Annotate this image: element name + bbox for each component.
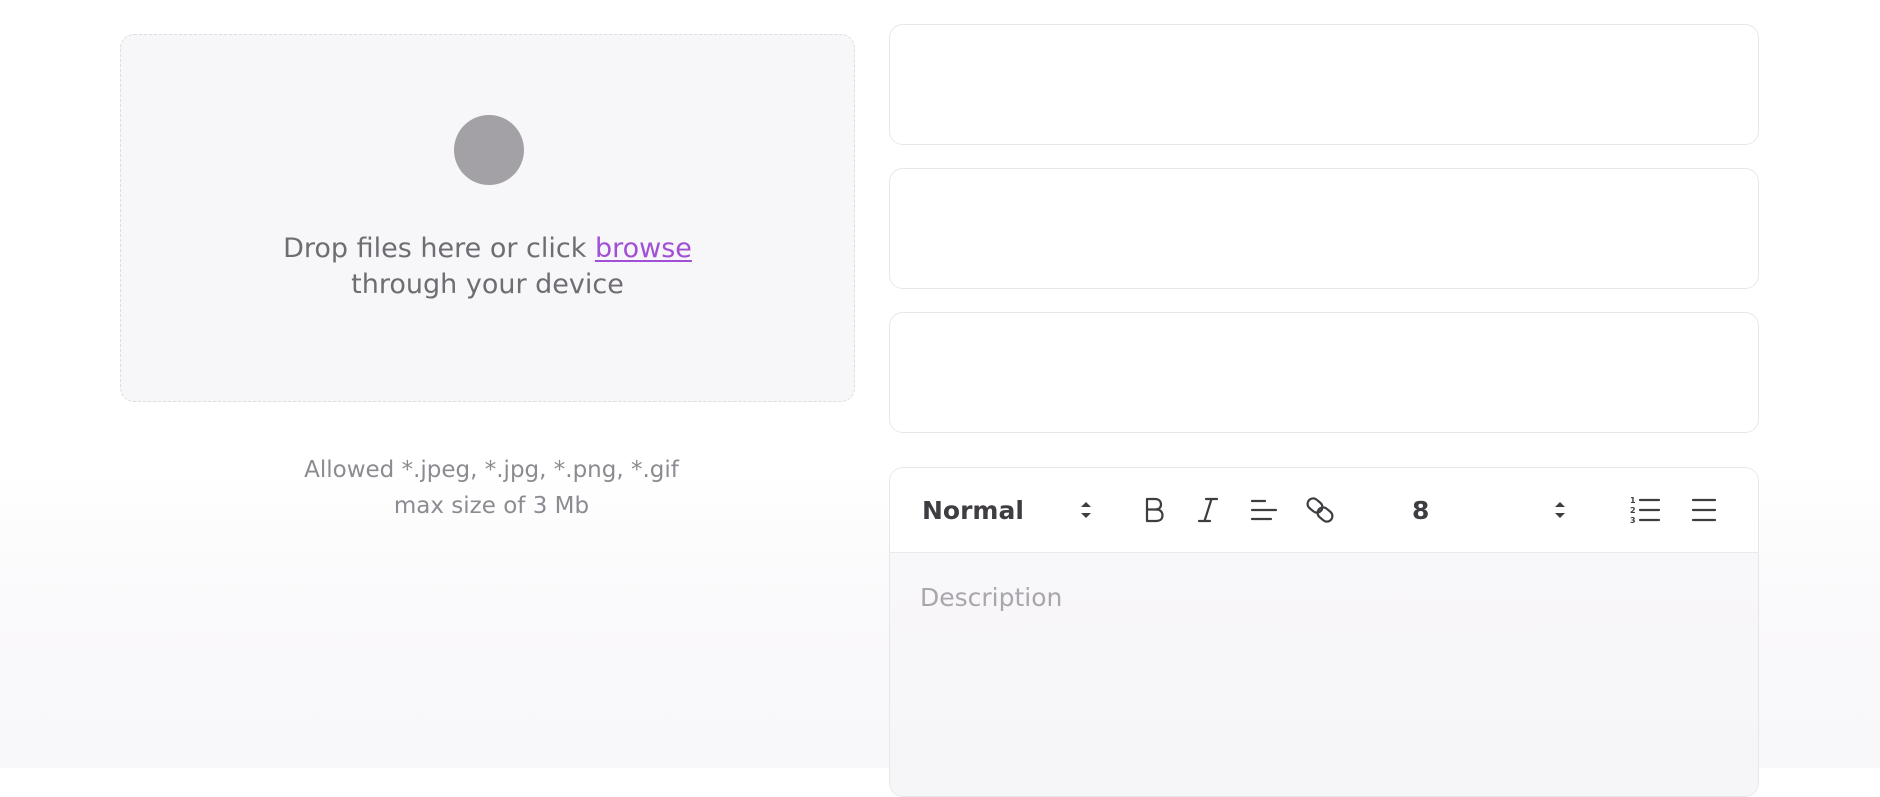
dropzone-line-1: Drop files here or click browse: [121, 231, 854, 267]
link-icon: [1306, 497, 1334, 523]
bold-button[interactable]: [1136, 468, 1172, 552]
italic-icon: [1197, 497, 1219, 523]
description-editor: Normal 8 1 2 3 Description: [889, 467, 1759, 797]
dropzone-prompt-suffix: through your device: [351, 269, 624, 300]
dropzone-instructions: Drop files here or click browse through …: [121, 231, 854, 303]
svg-text:2: 2: [1630, 506, 1636, 515]
font-size-select[interactable]: 8: [1408, 468, 1568, 552]
align-left-icon: [1250, 499, 1278, 521]
dropzone-prompt-prefix: Drop files here or click: [283, 233, 595, 264]
text-field-2[interactable]: [889, 168, 1759, 289]
format-select[interactable]: Normal: [922, 468, 1094, 552]
link-button[interactable]: [1302, 468, 1338, 552]
ordered-list-icon: 1 2 3: [1630, 496, 1661, 525]
description-input[interactable]: Description: [890, 553, 1758, 796]
italic-button[interactable]: [1190, 468, 1226, 552]
max-size-text: max size of 3 Mb: [393, 493, 590, 519]
bold-icon: [1145, 497, 1164, 523]
browse-link[interactable]: browse: [595, 233, 692, 264]
select-updown-icon: [1555, 502, 1565, 518]
description-placeholder: Description: [920, 583, 1063, 612]
font-size-value: 8: [1412, 495, 1430, 525]
format-select-value: Normal: [922, 495, 1024, 525]
svg-text:3: 3: [1630, 516, 1636, 525]
select-updown-icon: [1081, 502, 1091, 518]
editor-toolbar: Normal 8 1 2 3: [890, 468, 1758, 553]
text-field-1[interactable]: [889, 24, 1759, 145]
ordered-list-button[interactable]: 1 2 3: [1627, 468, 1663, 552]
avatar-placeholder-icon: [454, 115, 524, 185]
allowed-types-text: Allowed *.jpeg, *.jpg, *.png, *.gif: [304, 457, 679, 483]
align-left-button[interactable]: [1246, 468, 1282, 552]
svg-text:1: 1: [1630, 496, 1636, 505]
bullet-list-button[interactable]: [1686, 468, 1722, 552]
file-dropzone[interactable]: Drop files here or click browse through …: [120, 34, 855, 402]
text-field-3[interactable]: [889, 312, 1759, 433]
bullet-list-icon: [1691, 498, 1717, 522]
upload-constraints: Allowed *.jpeg, *.jpg, *.png, *.gif max …: [120, 452, 863, 524]
